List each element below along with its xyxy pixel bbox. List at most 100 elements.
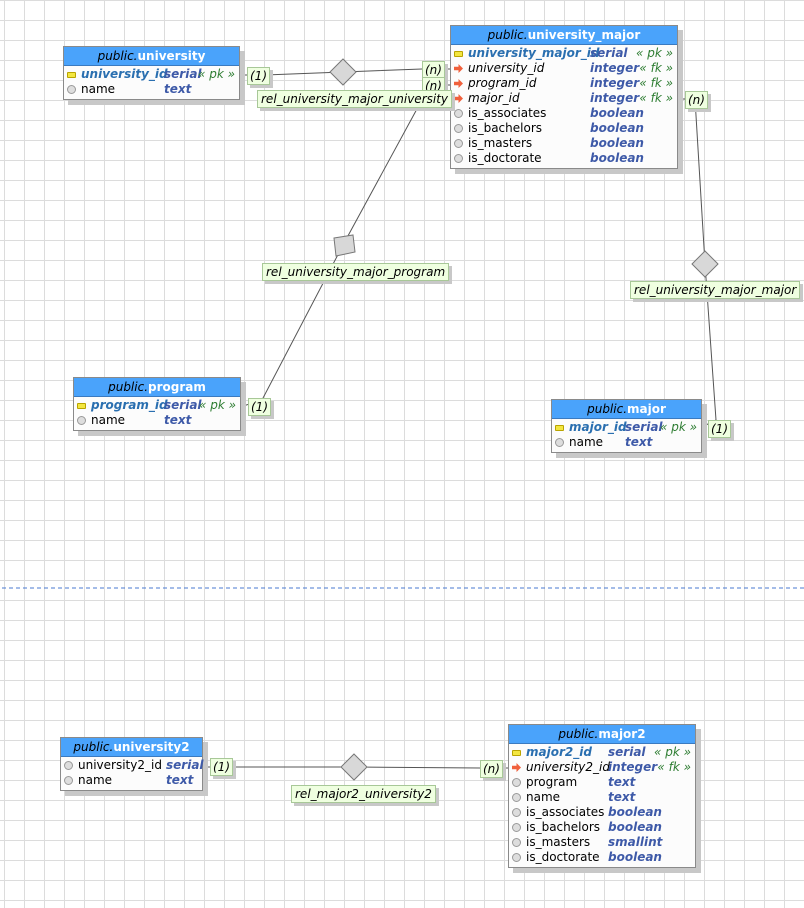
foreign-key-icon [512, 763, 521, 772]
column-name: program [526, 775, 578, 789]
column-type: integer [590, 61, 640, 75]
column-row[interactable]: program_id integer « fk » [451, 76, 677, 91]
table-program[interactable]: public.program program_id serial « pk » name… [73, 377, 241, 431]
column-row[interactable]: is_masters smallint [509, 835, 695, 850]
cardinality-label: (1) [210, 758, 233, 776]
column-type: text [608, 790, 636, 804]
column-type: text [625, 435, 653, 449]
column-type: serial [608, 745, 646, 759]
column-row[interactable]: university_id serial « pk » [64, 67, 239, 82]
column-name: name [78, 773, 113, 787]
column-name: university_id [81, 67, 168, 81]
key-icon [67, 72, 76, 78]
column-name: name [91, 413, 126, 427]
cardinality-label: (1) [248, 398, 271, 416]
relationship-diamond [329, 58, 357, 86]
column-constraint: « pk » [659, 420, 697, 434]
cardinality-label: (n) [480, 760, 503, 778]
schema-name: public. [108, 380, 149, 394]
column-row[interactable]: name text [61, 773, 202, 788]
column-name: is_masters [468, 136, 533, 150]
column-constraint: « pk » [635, 46, 673, 60]
column-name: name [81, 82, 116, 96]
column-constraint: « pk » [198, 398, 236, 412]
relationship-name[interactable]: rel_university_major_program [262, 263, 450, 281]
column-constraint: « fk » [639, 91, 673, 105]
column-name: university_major_id [468, 46, 600, 60]
column-name: is_bachelors [526, 820, 601, 834]
schema-name: public. [487, 28, 528, 42]
column-icon [512, 823, 521, 832]
column-constraint: « fk » [657, 760, 691, 774]
column-type: boolean [590, 136, 644, 150]
schema-name: public. [97, 49, 138, 63]
column-row[interactable]: is_bachelors boolean [451, 121, 677, 136]
relationship-diamond [691, 250, 719, 278]
column-name: is_bachelors [468, 121, 543, 135]
column-icon [512, 853, 521, 862]
column-row[interactable]: is_associates boolean [509, 805, 695, 820]
relationship-name[interactable]: rel_major2_university2 [291, 785, 436, 803]
table-header[interactable]: public.program [74, 378, 240, 397]
table-header[interactable]: public.university [64, 47, 239, 66]
column-type: boolean [608, 850, 662, 864]
table-header[interactable]: public.major2 [509, 725, 695, 744]
column-name: is_associates [526, 805, 605, 819]
column-icon [512, 793, 521, 802]
column-type: text [164, 82, 192, 96]
column-row[interactable]: university_id integer « fk » [451, 61, 677, 76]
column-icon [454, 154, 463, 163]
key-icon [512, 750, 521, 756]
column-type: serial [166, 758, 204, 772]
column-row[interactable]: is_doctorate boolean [451, 151, 677, 166]
column-name: major_id [569, 420, 627, 434]
column-row[interactable]: university2_id integer « fk » [509, 760, 695, 775]
relationship-name[interactable]: rel_university_major_university [257, 90, 453, 108]
table-major2[interactable]: public.major2 major2_id serial « pk » univer… [508, 724, 696, 868]
table-header[interactable]: public.university2 [61, 738, 202, 757]
table-header[interactable]: public.university_major [451, 26, 677, 45]
column-row[interactable]: program_id serial « pk » [74, 398, 240, 413]
column-icon [64, 761, 73, 770]
column-row[interactable]: name text [552, 435, 701, 450]
table-university2[interactable]: public.university2 university2_id serial na… [60, 737, 204, 791]
column-row[interactable]: major_id serial « pk » [552, 420, 701, 435]
column-icon [77, 416, 86, 425]
schema-name: public. [73, 740, 114, 754]
column-row[interactable]: name text [74, 413, 240, 428]
column-type: text [608, 775, 636, 789]
column-type: boolean [590, 151, 644, 165]
column-row[interactable]: major2_id serial « pk » [509, 745, 695, 760]
column-icon [512, 808, 521, 817]
column-type: boolean [590, 121, 644, 135]
column-name: major_id [468, 91, 520, 105]
column-type: serial [590, 46, 628, 60]
column-row[interactable]: is_bachelors boolean [509, 820, 695, 835]
column-name: is_associates [468, 106, 547, 120]
column-type: serial [164, 398, 202, 412]
column-icon [454, 109, 463, 118]
column-name: name [526, 790, 561, 804]
column-row[interactable]: university_major_id serial « pk » [451, 46, 677, 61]
foreign-key-icon [454, 94, 463, 103]
schema-name: public. [587, 402, 628, 416]
relationship-name[interactable]: rel_university_major_major [630, 281, 801, 299]
cardinality-label: (1) [708, 420, 731, 438]
column-type: integer [590, 76, 640, 90]
table-university[interactable]: public.university university_id serial « pk… [63, 46, 240, 100]
column-row[interactable]: is_doctorate boolean [509, 850, 695, 865]
column-name: program_id [91, 398, 168, 412]
column-row[interactable]: name text [64, 82, 239, 97]
column-row[interactable]: is_masters boolean [451, 136, 677, 151]
table-header[interactable]: public.major [552, 400, 701, 419]
column-row[interactable]: name text [509, 790, 695, 805]
table-university_major[interactable]: public.university_major university_major_… [450, 25, 678, 169]
column-name: name [569, 435, 604, 449]
column-row[interactable]: university2_id serial [61, 758, 204, 773]
column-name: university2_id [526, 760, 610, 774]
table-major[interactable]: public.major major_id serial « pk » name text [551, 399, 702, 453]
column-row[interactable]: program text [509, 775, 695, 790]
column-row[interactable]: is_associates boolean [451, 106, 677, 121]
column-row[interactable]: major_id integer « fk » [451, 91, 677, 106]
column-type: text [166, 773, 194, 787]
